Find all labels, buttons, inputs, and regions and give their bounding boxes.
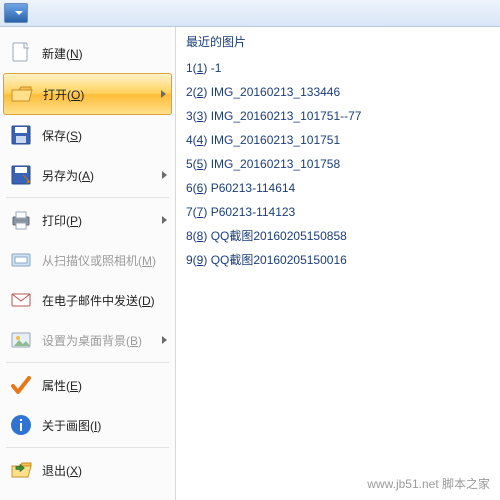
scan-icon (8, 247, 34, 273)
chevron-right-icon (162, 171, 167, 179)
file-menu-panel: 新建(N) 打开(O) 保存(S) 另存为(A) 打印(P) 从扫描仪或照相机(M) 在电子… (0, 27, 500, 500)
chevron-right-icon (162, 216, 167, 224)
save-icon (8, 122, 34, 148)
file-menu-list: 新建(N) 打开(O) 保存(S) 另存为(A) 打印(P) 从扫描仪或照相机(M) 在电子… (0, 27, 176, 500)
recent-item[interactable]: 1(1) -1 (186, 56, 490, 80)
menu-wallpaper[interactable]: 设置为桌面背景(B) (0, 320, 175, 360)
menu-item-label: 在电子邮件中发送(D) (42, 292, 167, 309)
menu-save[interactable]: 保存(S) (0, 115, 175, 155)
menu-item-label: 保存(S) (42, 127, 167, 144)
menu-properties[interactable]: 属性(E) (0, 365, 175, 405)
print-icon (8, 207, 34, 233)
recent-panel: 最近的图片 1(1) -12(2) IMG_20160213_1334463(3… (176, 27, 500, 500)
app-menu-button[interactable] (4, 3, 28, 23)
menu-item-label: 从扫描仪或照相机(M) (42, 252, 167, 269)
info-icon (8, 412, 34, 438)
menu-separator (6, 447, 169, 448)
menu-item-label: 设置为桌面背景(B) (42, 332, 158, 349)
chevron-right-icon (162, 336, 167, 344)
recent-item[interactable]: 7(7) P60213-114123 (186, 200, 490, 224)
menu-item-label: 新建(N) (42, 45, 167, 62)
email-icon (8, 287, 34, 313)
menu-item-label: 另存为(A) (42, 167, 158, 184)
menu-separator (6, 362, 169, 363)
exit-icon (8, 457, 34, 483)
watermark: www.jb51.net 脚本之家 (367, 475, 490, 492)
menu-print[interactable]: 打印(P) (0, 200, 175, 240)
menu-saveas[interactable]: 另存为(A) (0, 155, 175, 195)
menu-item-label: 退出(X) (42, 462, 167, 479)
recent-item[interactable]: 9(9) QQ截图20160205150016 (186, 248, 490, 272)
open-icon (9, 81, 35, 107)
menu-open[interactable]: 打开(O) (3, 73, 172, 115)
menu-item-label: 打印(P) (42, 212, 158, 229)
menu-item-label: 属性(E) (42, 377, 167, 394)
menu-item-label: 关于画图(I) (42, 417, 167, 434)
new-icon (8, 40, 34, 66)
recent-list: 1(1) -12(2) IMG_20160213_1334463(3) IMG_… (186, 56, 490, 272)
menu-new[interactable]: 新建(N) (0, 33, 175, 73)
recent-header: 最近的图片 (186, 33, 490, 50)
recent-item[interactable]: 3(3) IMG_20160213_101751--77 (186, 104, 490, 128)
recent-item[interactable]: 4(4) IMG_20160213_101751 (186, 128, 490, 152)
wallpaper-icon (8, 327, 34, 353)
saveas-icon (8, 162, 34, 188)
menu-scan[interactable]: 从扫描仪或照相机(M) (0, 240, 175, 280)
chevron-right-icon (161, 90, 166, 98)
check-icon (8, 372, 34, 398)
menu-email[interactable]: 在电子邮件中发送(D) (0, 280, 175, 320)
recent-item[interactable]: 8(8) QQ截图20160205150858 (186, 224, 490, 248)
recent-item[interactable]: 6(6) P60213-114614 (186, 176, 490, 200)
recent-item[interactable]: 5(5) IMG_20160213_101758 (186, 152, 490, 176)
menu-about[interactable]: 关于画图(I) (0, 405, 175, 445)
menu-item-label: 打开(O) (43, 86, 157, 103)
menu-exit[interactable]: 退出(X) (0, 450, 175, 490)
menu-separator (6, 197, 169, 198)
title-bar (0, 0, 500, 27)
recent-item[interactable]: 2(2) IMG_20160213_133446 (186, 80, 490, 104)
